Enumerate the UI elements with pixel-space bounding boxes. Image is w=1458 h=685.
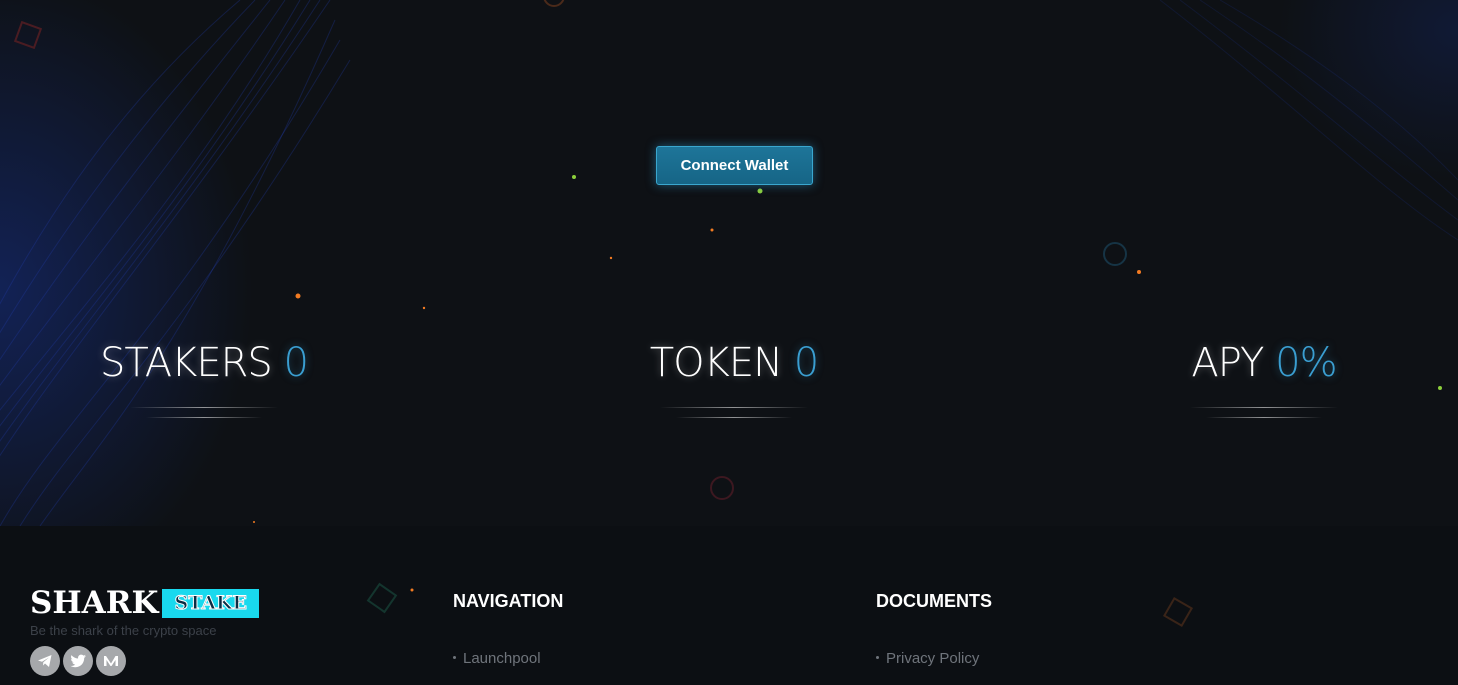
stat-value: 0% bbox=[1275, 340, 1337, 386]
bullet-icon bbox=[453, 655, 456, 659]
stat-divider bbox=[1190, 407, 1338, 408]
stat-label: APY bbox=[1191, 340, 1264, 386]
bullet-icon bbox=[876, 655, 879, 659]
footer-navigation-title: NAVIGATION bbox=[453, 591, 564, 611]
logo-wordmark-primary: SHARK bbox=[30, 585, 159, 621]
stat-stakers: STAKERS 0 bbox=[90, 340, 318, 430]
footer-tagline: Be the shark of the crypto space bbox=[30, 623, 217, 638]
footer-link-label: Privacy Policy bbox=[886, 650, 980, 667]
stat-apy: APY 0% bbox=[1170, 340, 1358, 430]
stat-divider bbox=[1206, 417, 1322, 418]
footer-link-launchpool[interactable]: Launchpool bbox=[453, 650, 541, 667]
stat-divider bbox=[676, 417, 792, 418]
connect-wallet-button[interactable]: Connect Wallet bbox=[656, 146, 813, 185]
stat-token-line: TOKEN 0 bbox=[630, 340, 838, 386]
medium-icon bbox=[104, 656, 118, 666]
stat-token: TOKEN 0 bbox=[630, 340, 838, 430]
twitter-button[interactable] bbox=[63, 646, 93, 676]
stat-divider bbox=[146, 417, 262, 418]
hero-section: Connect Wallet STAKERS 0 TOKEN 0 APY 0% bbox=[0, 0, 1458, 526]
stat-stakers-line: STAKERS 0 bbox=[90, 340, 318, 386]
telegram-icon bbox=[38, 655, 52, 667]
stat-label: TOKEN bbox=[649, 340, 783, 386]
footer-link-privacy-policy[interactable]: Privacy Policy bbox=[876, 650, 979, 667]
medium-button[interactable] bbox=[96, 646, 126, 676]
page: Connect Wallet STAKERS 0 TOKEN 0 APY 0% bbox=[0, 0, 1458, 685]
footer-logo[interactable]: SHARK STAKE bbox=[30, 585, 259, 621]
footer-documents-title: DOCUMENTS bbox=[876, 591, 992, 611]
stat-apy-line: APY 0% bbox=[1170, 340, 1358, 386]
stat-divider bbox=[130, 407, 278, 408]
stat-divider bbox=[660, 407, 808, 408]
telegram-button[interactable] bbox=[30, 646, 60, 676]
twitter-icon bbox=[70, 654, 86, 667]
background-wave-decoration bbox=[0, 0, 1458, 526]
stat-label: STAKERS bbox=[100, 340, 273, 386]
stat-value: 0 bbox=[793, 340, 819, 386]
stat-value: 0 bbox=[283, 340, 309, 386]
footer-link-label: Launchpool bbox=[463, 650, 541, 667]
logo-wordmark-secondary: STAKE bbox=[162, 588, 259, 618]
